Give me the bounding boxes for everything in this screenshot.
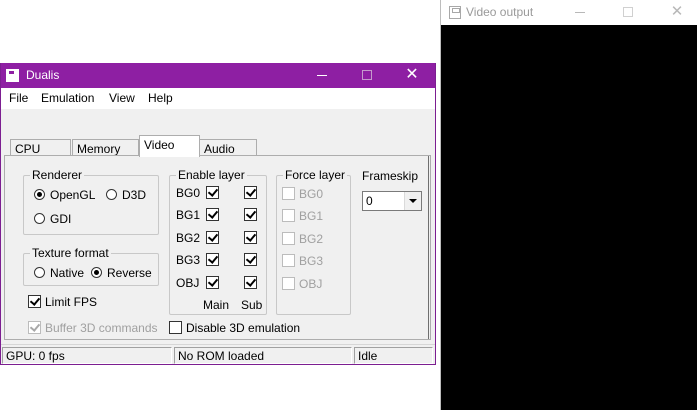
menu-emulation[interactable]: Emulation (41, 91, 94, 105)
enable-bg2-label: BG2 (176, 231, 201, 245)
disable-3d-label[interactable]: Disable 3D emulation (186, 321, 300, 335)
menu-help[interactable]: Help (148, 91, 173, 105)
video-output-screen (441, 25, 697, 410)
enable-obj-sub-checkbox[interactable] (244, 276, 257, 289)
close-icon[interactable]: ✕ (401, 64, 423, 86)
maximize-icon[interactable] (362, 70, 372, 80)
maximize-icon[interactable] (623, 7, 633, 17)
main-column-label: Main (203, 298, 230, 312)
minimize-icon[interactable] (317, 75, 327, 76)
renderer-gdi-radio[interactable] (34, 213, 45, 224)
force-bg3-label: BG3 (299, 254, 324, 268)
renderer-opengl-label[interactable]: OpenGL (50, 188, 95, 202)
tab-label: Memory (77, 142, 121, 156)
video-output-title: Video output (466, 5, 534, 19)
force-bg1-label: BG1 (299, 209, 324, 223)
menu-view[interactable]: View (109, 91, 135, 105)
enable-obj-main-checkbox[interactable] (206, 276, 219, 289)
chevron-down-icon[interactable] (404, 192, 421, 210)
renderer-opengl-radio[interactable] (34, 189, 45, 200)
app-icon (6, 69, 19, 82)
tab-label: Audio (204, 142, 235, 156)
force-bg2-checkbox (282, 232, 295, 245)
enable-bg3-main-checkbox[interactable] (206, 253, 219, 266)
renderer-d3d-label[interactable]: D3D (122, 188, 146, 202)
frameskip-label: Frameskip (362, 169, 419, 183)
buffer-3d-label: Buffer 3D commands (45, 321, 158, 335)
renderer-d3d-radio[interactable] (106, 189, 117, 200)
enable-bg2-main-checkbox[interactable] (206, 231, 219, 244)
video-output-titlebar[interactable]: Video output ✕ (441, 0, 697, 25)
force-obj-checkbox (282, 277, 295, 290)
enable-layer-label: Enable layer (176, 168, 247, 182)
dualis-window: Dualis ✕ File Emulation View Help CPU Me… (0, 63, 436, 365)
dualis-titlebar[interactable]: Dualis ✕ (1, 63, 435, 88)
status-bar: GPU: 0 fps No ROM loaded Idle (1, 344, 435, 364)
status-state: Idle (354, 347, 433, 364)
force-layer-label: Force layer (283, 168, 348, 182)
close-icon[interactable]: ✕ (667, 2, 687, 22)
enable-bg3-label: BG3 (176, 253, 201, 267)
status-rom: No ROM loaded (174, 347, 352, 364)
menu-bar: File Emulation View Help (1, 88, 435, 109)
enable-bg0-main-checkbox[interactable] (206, 186, 219, 199)
enable-bg1-main-checkbox[interactable] (206, 208, 219, 221)
renderer-gdi-label[interactable]: GDI (50, 212, 71, 226)
minimize-icon[interactable] (575, 12, 585, 13)
buffer-3d-checkbox (28, 321, 41, 334)
tab-label: Video (144, 138, 175, 152)
texture-format-label: Texture format (30, 246, 111, 260)
frameskip-select[interactable]: 0 (362, 191, 422, 211)
sub-column-label: Sub (241, 298, 263, 312)
force-obj-label: OBJ (299, 277, 323, 291)
tab-label: CPU (15, 142, 41, 156)
force-bg0-label: BG0 (299, 187, 324, 201)
renderer-group: Renderer (23, 168, 159, 235)
renderer-label: Renderer (30, 168, 85, 182)
enable-obj-label: OBJ (176, 276, 200, 290)
force-bg2-label: BG2 (299, 232, 324, 246)
enable-bg3-sub-checkbox[interactable] (244, 253, 257, 266)
force-bg1-checkbox (282, 209, 295, 222)
enable-bg0-sub-checkbox[interactable] (244, 186, 257, 199)
tab-video[interactable]: Video (139, 135, 200, 157)
dualis-title: Dualis (26, 68, 60, 82)
texture-native-radio[interactable] (34, 267, 45, 278)
video-output-window: Video output ✕ (440, 0, 697, 410)
app-icon (449, 6, 461, 19)
limit-fps-label[interactable]: Limit FPS (45, 295, 97, 309)
enable-bg2-sub-checkbox[interactable] (244, 231, 257, 244)
enable-bg0-label: BG0 (176, 186, 201, 200)
menu-file[interactable]: File (9, 91, 28, 105)
enable-bg1-label: BG1 (176, 208, 201, 222)
limit-fps-checkbox[interactable] (28, 295, 41, 308)
enable-bg1-sub-checkbox[interactable] (244, 208, 257, 221)
texture-native-label[interactable]: Native (50, 266, 84, 280)
force-bg0-checkbox (282, 187, 295, 200)
frameskip-value: 0 (366, 194, 373, 208)
force-bg3-checkbox (282, 254, 295, 267)
status-gpu: GPU: 0 fps (2, 347, 172, 364)
disable-3d-checkbox[interactable] (169, 321, 182, 334)
texture-reverse-label[interactable]: Reverse (107, 266, 152, 280)
texture-reverse-radio[interactable] (91, 267, 102, 278)
